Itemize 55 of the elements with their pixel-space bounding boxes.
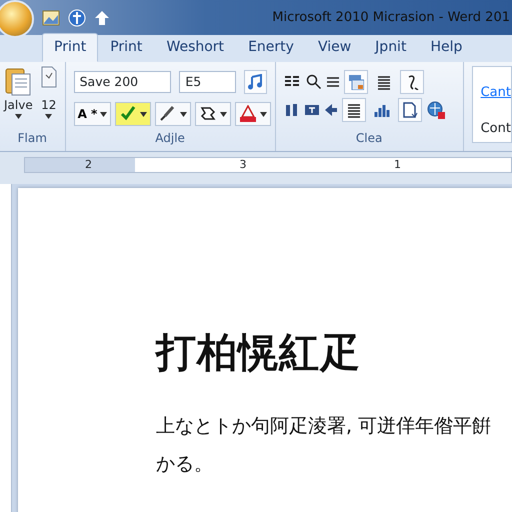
group-label: Flam: [16, 130, 48, 147]
document-heading: 打柏愰紅疋: [156, 329, 362, 378]
lines-icon: [376, 74, 392, 90]
pause-icon[interactable]: [284, 102, 300, 118]
group-label: Clea: [354, 130, 384, 147]
font-color-icon: [239, 105, 258, 123]
caret-icon[interactable]: [14, 114, 22, 119]
picture-icon[interactable]: [42, 8, 60, 26]
group-label: Adjle: [154, 130, 186, 147]
ribbon-tab[interactable]: View: [306, 33, 364, 62]
font-name-field[interactable]: Save 200: [74, 71, 172, 93]
bar-chart-icon: [374, 102, 390, 118]
window-title: Microsoft 2010 Micrasion - Werd 201: [272, 8, 510, 27]
music-button[interactable]: [244, 70, 267, 94]
tool-button[interactable]: [155, 102, 192, 126]
search-icon[interactable]: [306, 74, 322, 90]
ruler-number: 3: [240, 156, 246, 173]
ribbon-tab[interactable]: Print: [42, 33, 98, 62]
style-item[interactable]: Cant: [480, 83, 511, 102]
ribbon-tab[interactable]: Jpnit: [363, 33, 418, 62]
document-icon[interactable]: [40, 66, 57, 88]
caret-icon[interactable]: [45, 114, 52, 119]
ribbon-tab[interactable]: Help: [418, 33, 474, 62]
caret-icon: [140, 112, 148, 116]
ribbon-tab[interactable]: Print: [98, 33, 154, 62]
style-dropdown[interactable]: A *: [74, 102, 112, 126]
music-note-icon: [247, 74, 264, 90]
lines-icon: [346, 102, 362, 118]
tool-button[interactable]: [195, 102, 232, 126]
ribbon-tab[interactable]: Enerty: [236, 33, 306, 62]
caret-icon: [220, 112, 228, 116]
toggle-button[interactable]: [400, 70, 424, 94]
text-box-icon[interactable]: [304, 102, 320, 118]
checkmark-icon: [119, 105, 138, 123]
ruler-number: 2: [85, 156, 92, 173]
ruler-number: 1: [394, 156, 401, 173]
paste-label[interactable]: Jalve: [4, 96, 33, 114]
clipboard-icon[interactable]: [5, 66, 32, 96]
document-paragraph: 上なとトか句阿疋淩署, 可迸佯年偺平餠 かる。: [156, 414, 492, 477]
caret-icon: [180, 112, 188, 116]
size-label[interactable]: 12: [41, 96, 56, 114]
left-arrow-icon[interactable]: [324, 102, 338, 118]
shape-icon: [199, 105, 218, 123]
document-icon: [402, 102, 418, 118]
font-size-field[interactable]: E5: [179, 71, 236, 93]
up-arrow-icon[interactable]: [94, 8, 110, 26]
toggle-button[interactable]: [342, 98, 366, 122]
horizontal-ruler[interactable]: 2 3 1: [24, 157, 512, 173]
layers-icon: [348, 74, 364, 90]
style-item[interactable]: Cont: [480, 118, 511, 138]
toggle-button[interactable]: [344, 70, 368, 94]
ribbon-tab[interactable]: Weshort: [154, 33, 236, 62]
toggle-button[interactable]: [398, 98, 422, 122]
caret-icon: [260, 112, 268, 116]
caret-icon: [100, 112, 108, 116]
